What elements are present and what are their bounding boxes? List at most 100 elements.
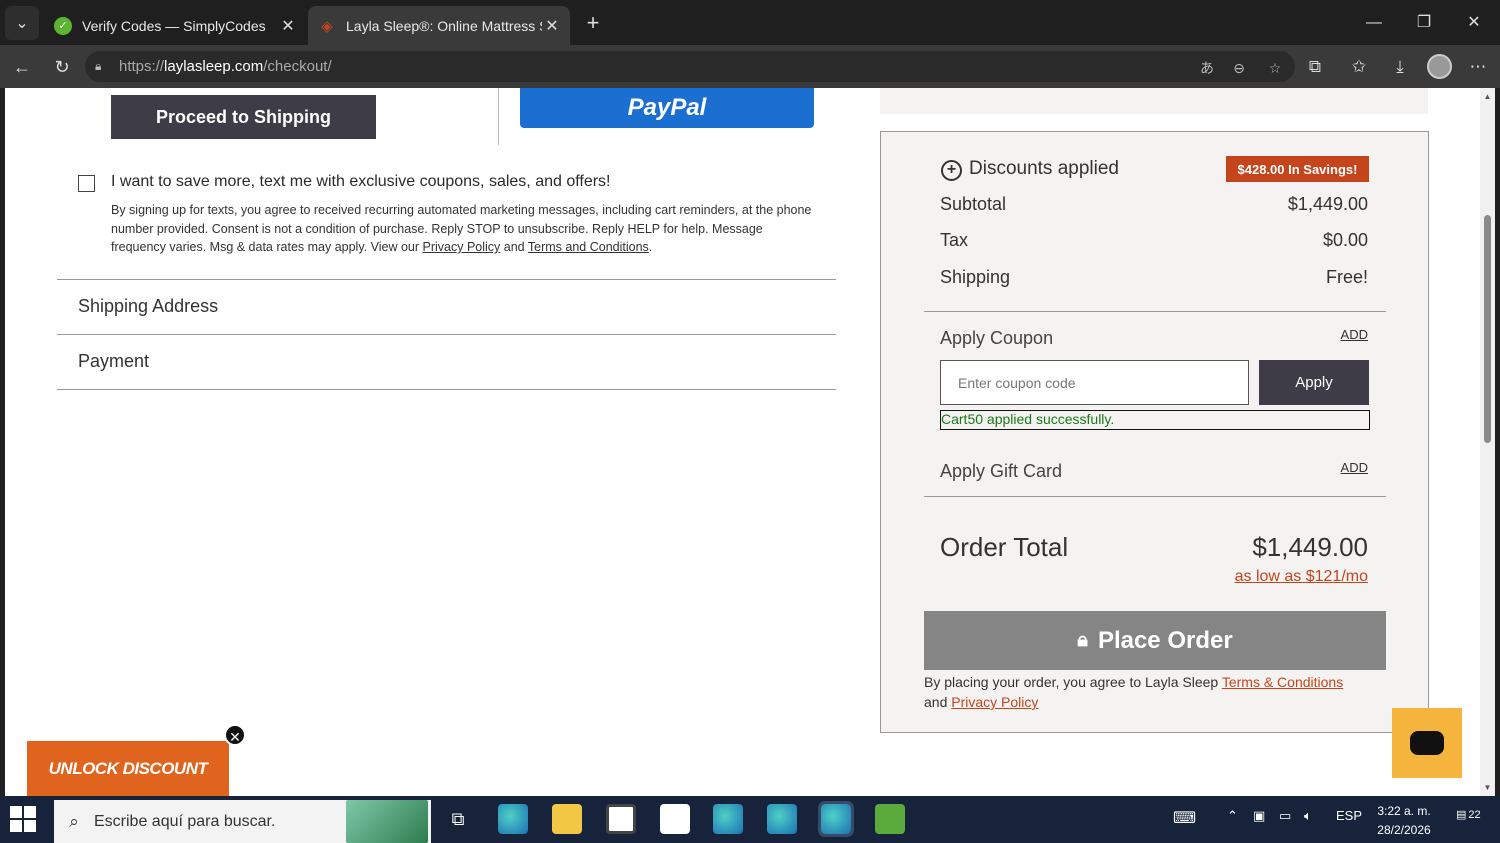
reload-icon: ↻ bbox=[54, 57, 70, 77]
tab-layla-sleep[interactable]: ◈ Layla Sleep®: Online Mattress Stor ✕ bbox=[308, 6, 570, 45]
clock-date: 28/2/2026 bbox=[1377, 823, 1431, 837]
windows-taskbar: ⌕ Escribe aquí para buscar. ⧉ ⌨ ⌃ ▣ ▭ 🔈︎… bbox=[0, 796, 1500, 843]
financing-link[interactable]: as low as $121/mo bbox=[1235, 568, 1368, 586]
new-tab-button[interactable]: + bbox=[580, 10, 606, 36]
lock-icon: 🔒︎ bbox=[1077, 629, 1088, 651]
checkout-page: Proceed to Shipping PayPal I want to sav… bbox=[5, 88, 1480, 796]
apply-gift-card-label: Apply Gift Card bbox=[940, 461, 1063, 481]
scroll-up-icon[interactable]: ▲ bbox=[1483, 92, 1492, 101]
sms-optin-label: I want to save more, text me with exclus… bbox=[111, 173, 611, 190]
simplycodes-favicon-icon: ✓ bbox=[54, 16, 72, 35]
order-summary: + Discounts applied $428.00 In Savings! … bbox=[880, 131, 1429, 733]
divider bbox=[57, 389, 836, 390]
place-order-label: Place Order bbox=[1097, 626, 1233, 654]
back-button[interactable]: ← bbox=[8, 53, 36, 81]
notifications-icon[interactable]: ▤ 22 bbox=[1456, 808, 1481, 830]
divider bbox=[924, 311, 1386, 312]
close-tab-icon[interactable]: ✕ bbox=[278, 16, 298, 36]
favorite-star-icon[interactable]: ☆ bbox=[1264, 57, 1286, 79]
meet-icon[interactable]: ▣ bbox=[1253, 808, 1265, 824]
divider bbox=[57, 279, 836, 280]
sms-fine-print: By signing up for texts, you agree to re… bbox=[111, 203, 812, 254]
edge-active-icon[interactable] bbox=[818, 801, 854, 837]
restore-button[interactable]: ❐ bbox=[1411, 10, 1437, 36]
page-scrollbar[interactable]: ▲ ▼ bbox=[1480, 88, 1495, 796]
edge-profile-icon[interactable] bbox=[767, 804, 797, 834]
volume-icon[interactable]: 🔈︎ bbox=[1304, 808, 1312, 824]
keyboard-icon[interactable]: ⌨ bbox=[1173, 808, 1196, 828]
tab-title: Verify Codes — SimplyCodes bbox=[82, 17, 266, 34]
privacy-link[interactable]: Privacy Policy bbox=[951, 694, 1038, 710]
coupon-add-link[interactable]: ADD bbox=[1341, 327, 1368, 342]
apply-coupon-button[interactable]: Apply bbox=[1259, 360, 1369, 405]
taskbar-clock[interactable]: 3:22 a. m. 28/2/2026 bbox=[1368, 802, 1440, 840]
reload-button[interactable]: ↻ bbox=[48, 53, 76, 81]
search-highlight-image bbox=[346, 800, 428, 843]
lock-icon: 🔒︎ bbox=[95, 59, 102, 73]
minimize-button[interactable]: — bbox=[1361, 10, 1387, 36]
savings-badge: $428.00 In Savings! bbox=[1226, 156, 1369, 182]
layla-favicon-icon: ◈ bbox=[321, 17, 333, 35]
order-total-value: $1,449.00 bbox=[1252, 532, 1368, 562]
close-tab-icon[interactable]: ✕ bbox=[542, 16, 562, 36]
mail-icon[interactable] bbox=[660, 804, 690, 834]
divider bbox=[498, 88, 499, 145]
chevron-down-icon: ⌄ bbox=[15, 15, 29, 32]
discounts-applied-label[interactable]: Discounts applied bbox=[969, 158, 1119, 180]
shipping-address-section[interactable]: Shipping Address bbox=[78, 296, 218, 317]
tax-label: Tax bbox=[940, 230, 969, 250]
file-explorer-icon[interactable] bbox=[552, 804, 582, 834]
subtotal-label: Subtotal bbox=[940, 194, 1007, 214]
browser-tab-bar: ⌄ ✓ Verify Codes — SimplyCodes ✕ ◈ Layla… bbox=[0, 0, 1500, 45]
order-legal-text: By placing your order, you agree to Layl… bbox=[924, 674, 1344, 710]
shipping-value: Free! bbox=[1325, 267, 1368, 287]
place-order-button[interactable]: 🔒︎ Place Order bbox=[924, 611, 1386, 670]
close-icon[interactable]: ✕ bbox=[224, 724, 246, 746]
plus-circle-icon[interactable]: + bbox=[941, 160, 962, 181]
divider bbox=[924, 496, 1386, 497]
close-window-button[interactable]: ✕ bbox=[1461, 10, 1487, 36]
browser-toolbar: ← ↻ 🔒︎ https://laylasleep.com/checkout/ … bbox=[0, 45, 1500, 88]
sms-optin-checkbox[interactable] bbox=[78, 175, 95, 192]
chat-icon bbox=[1410, 731, 1444, 755]
chevron-up-icon[interactable]: ⌃ bbox=[1227, 808, 1238, 824]
taskbar-search[interactable]: ⌕ Escribe aquí para buscar. bbox=[54, 800, 431, 843]
extensions-icon[interactable]: ⧉ bbox=[1301, 53, 1329, 81]
subtotal-value: $1,449.00 bbox=[1287, 194, 1368, 214]
search-placeholder: Escribe aquí para buscar. bbox=[94, 812, 276, 830]
tab-simplycodes[interactable]: ✓ Verify Codes — SimplyCodes ✕ bbox=[44, 6, 306, 45]
gift-card-add-link[interactable]: ADD bbox=[1341, 460, 1368, 475]
store-icon[interactable] bbox=[606, 804, 636, 834]
payment-section[interactable]: Payment bbox=[78, 351, 149, 372]
paypal-button[interactable]: PayPal bbox=[520, 88, 814, 128]
translate-icon[interactable]: あ bbox=[1196, 57, 1218, 79]
scroll-down-icon[interactable]: ▼ bbox=[1483, 783, 1492, 792]
more-tools-icon[interactable]: ⊖ bbox=[1228, 57, 1250, 79]
downloads-icon[interactable]: ⤓ bbox=[1386, 53, 1414, 81]
profile-avatar[interactable] bbox=[1427, 54, 1452, 79]
settings-menu-icon[interactable]: ⋯ bbox=[1464, 53, 1492, 81]
favorites-icon[interactable]: ✩ bbox=[1345, 53, 1373, 81]
chat-button[interactable] bbox=[1392, 708, 1462, 778]
task-view-icon[interactable]: ⧉ bbox=[443, 804, 473, 834]
back-arrow-icon: ← bbox=[13, 57, 31, 77]
summary-top-strip bbox=[880, 88, 1428, 114]
tab-actions-button[interactable]: ⌄ bbox=[5, 6, 39, 40]
terms-conditions-link[interactable]: Terms and Conditions bbox=[528, 240, 649, 254]
edge-icon[interactable] bbox=[498, 804, 528, 834]
address-bar[interactable]: 🔒︎ https://laylasleep.com/checkout/ あ ⊖ … bbox=[85, 51, 1295, 82]
order-total-label: Order Total bbox=[940, 532, 1069, 562]
language-indicator[interactable]: ESP bbox=[1336, 808, 1362, 823]
proceed-to-shipping-button[interactable]: Proceed to Shipping bbox=[111, 95, 376, 139]
unlock-discount-button[interactable]: UNLOCK DISCOUNT bbox=[27, 741, 229, 796]
edge-profile-icon[interactable] bbox=[713, 804, 743, 834]
windows-start-button[interactable] bbox=[10, 806, 36, 832]
divider bbox=[57, 334, 836, 335]
tax-value: $0.00 bbox=[1322, 230, 1368, 250]
scrollbar-thumb[interactable] bbox=[1484, 215, 1491, 443]
terms-link[interactable]: Terms & Conditions bbox=[1222, 674, 1343, 690]
privacy-policy-link[interactable]: Privacy Policy bbox=[423, 240, 501, 254]
coupon-code-input[interactable] bbox=[940, 360, 1249, 405]
minecraft-icon[interactable] bbox=[875, 804, 905, 834]
network-icon[interactable]: ▭ bbox=[1279, 808, 1291, 824]
